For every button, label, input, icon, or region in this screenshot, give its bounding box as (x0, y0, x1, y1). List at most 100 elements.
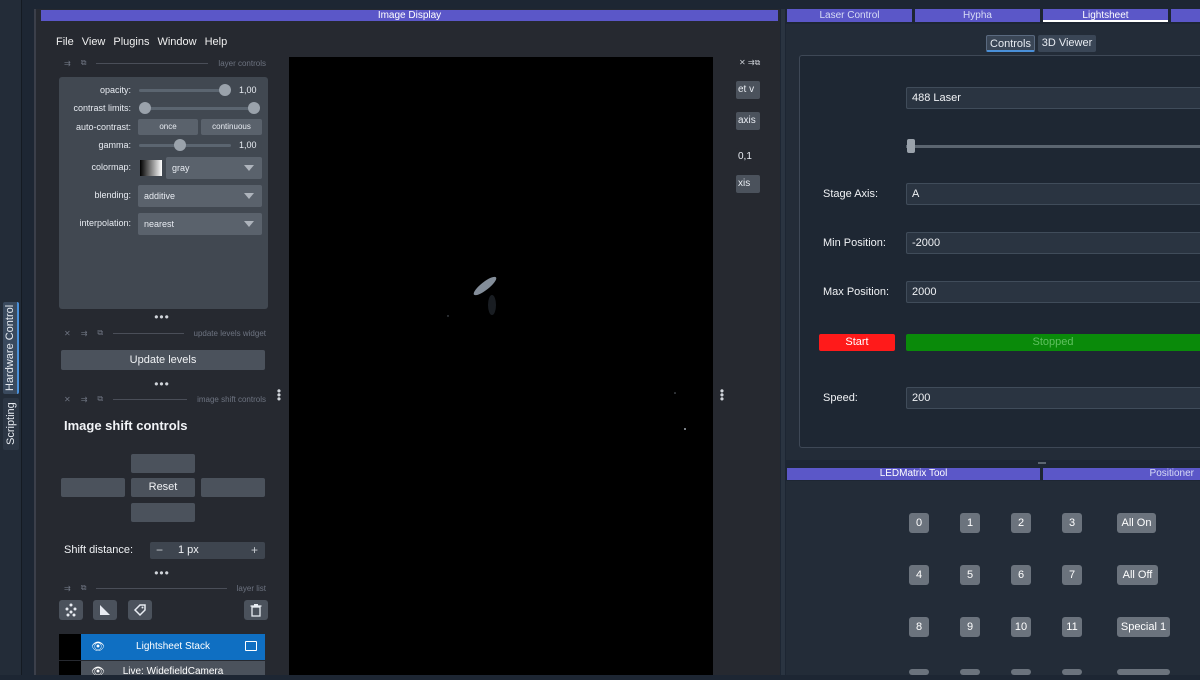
float-icon[interactable]: ⇉ (64, 59, 71, 68)
dock-resize-handle[interactable]: ••• (150, 378, 174, 390)
subtab-3d-viewer[interactable]: 3D Viewer (1038, 35, 1096, 52)
image-canvas[interactable] (289, 57, 713, 675)
tab-laser-control[interactable]: Laser Control (787, 9, 912, 22)
stage-axis-input[interactable]: A (906, 183, 1200, 205)
update-levels-button[interactable]: Update levels (61, 350, 265, 370)
shift-left-button[interactable] (61, 478, 125, 497)
opacity-slider[interactable] (139, 89, 231, 92)
new-points-layer-icon[interactable] (59, 600, 83, 620)
menu-help[interactable]: Help (205, 36, 228, 48)
all-on-button[interactable]: All On (1117, 513, 1156, 533)
splitter-handle[interactable] (781, 9, 785, 675)
auto-contrast-once-button[interactable]: once (138, 119, 198, 135)
led-button-5[interactable]: 5 (960, 565, 980, 585)
copy-icon[interactable]: ⧉ (97, 394, 103, 404)
led-button-11[interactable]: 11 (1062, 617, 1082, 637)
interpolation-select[interactable]: nearest (138, 213, 262, 235)
copy-icon[interactable]: ⧉ (81, 58, 87, 68)
contrast-limits-label: contrast limits: (73, 103, 131, 113)
dock-resize-handle[interactable]: ••• (150, 567, 174, 579)
copy-icon[interactable]: ⧉ (81, 583, 87, 593)
chevron-down-icon (244, 221, 254, 227)
strip-widget-2[interactable]: axis (736, 112, 760, 130)
led-button-15[interactable] (1062, 669, 1082, 675)
shift-distance-spinbox[interactable]: − 1 px + (150, 542, 265, 559)
eye-icon[interactable]: 👁 (91, 661, 105, 675)
gamma-slider-handle[interactable] (174, 139, 186, 151)
tab-lightsheet[interactable]: Lightsheet (1043, 9, 1168, 22)
tab-hardware-control-label: Hardware Control (4, 304, 16, 392)
max-position-input[interactable]: 2000 (906, 281, 1200, 303)
dock-close-float-icons[interactable]: ✕ ⇉⧉ (739, 58, 760, 68)
auto-contrast-continuous-button[interactable]: continuous (201, 119, 262, 135)
led-button-14[interactable] (1011, 669, 1031, 675)
image-display-title[interactable]: Image Display (41, 10, 778, 21)
tab-hardware-control[interactable]: Hardware Control (3, 302, 19, 394)
shift-reset-button[interactable]: Reset (131, 478, 195, 497)
all-off-button[interactable]: All Off (1117, 565, 1158, 585)
subtab-controls[interactable]: Controls (986, 35, 1035, 52)
more-vertical-icon[interactable]: • • • (717, 385, 727, 405)
start-button[interactable]: Start (819, 334, 895, 351)
led-button-9[interactable]: 9 (960, 617, 980, 637)
tab-overflow[interactable] (1171, 9, 1200, 22)
float-icon[interactable]: ⇉ (64, 584, 71, 593)
tab-positioner[interactable]: Positioner (1043, 468, 1200, 480)
led-button-12[interactable] (909, 669, 929, 675)
menu-view[interactable]: View (82, 36, 106, 48)
opacity-slider-handle[interactable] (219, 84, 231, 96)
plus-icon[interactable]: + (251, 542, 258, 559)
laser-power-slider-handle[interactable] (907, 139, 915, 153)
shift-down-button[interactable] (131, 503, 195, 522)
special-1-button[interactable]: Special 1 (1117, 617, 1170, 637)
led-button-0[interactable]: 0 (909, 513, 929, 533)
menu-window[interactable]: Window (157, 36, 196, 48)
led-button-10[interactable]: 10 (1011, 617, 1031, 637)
splitter-handle[interactable] (1038, 462, 1046, 464)
close-icon[interactable]: ✕ (64, 395, 71, 404)
eye-icon[interactable]: 👁 (91, 634, 105, 660)
menu-plugins[interactable]: Plugins (113, 36, 149, 48)
contrast-max-handle[interactable] (248, 102, 260, 114)
colormap-select[interactable]: gray (166, 157, 262, 179)
close-icon[interactable]: ✕ (64, 329, 71, 338)
led-button-1[interactable]: 1 (960, 513, 980, 533)
dock-resize-handle[interactable]: ••• (150, 311, 174, 323)
tab-scripting[interactable]: Scripting (3, 398, 19, 450)
led-button-2[interactable]: 2 (1011, 513, 1031, 533)
tab-hypha[interactable]: Hypha (915, 9, 1040, 22)
shift-up-button[interactable] (131, 454, 195, 473)
led-button-3[interactable]: 3 (1062, 513, 1082, 533)
contrast-min-handle[interactable] (139, 102, 151, 114)
special-2-button[interactable] (1117, 669, 1170, 675)
new-labels-layer-icon[interactable] (128, 600, 152, 620)
float-icon[interactable]: ⇉ (81, 395, 88, 404)
contrast-limits-slider[interactable] (142, 107, 256, 110)
delete-layer-icon[interactable] (244, 600, 268, 620)
speed-input[interactable]: 200 (906, 387, 1200, 409)
menu-file[interactable]: File (56, 36, 74, 48)
minus-icon[interactable]: − (156, 542, 163, 559)
new-shapes-layer-icon[interactable] (93, 600, 117, 620)
copy-icon[interactable]: ⧉ (97, 328, 103, 338)
led-button-7[interactable]: 7 (1062, 565, 1082, 585)
min-position-input[interactable]: -2000 (906, 232, 1200, 254)
laser-select[interactable]: 488 Laser (906, 87, 1200, 109)
more-vertical-icon[interactable]: • • • (274, 385, 284, 405)
shift-right-button[interactable] (201, 478, 265, 497)
led-button-13[interactable] (960, 669, 980, 675)
strip-widget-1[interactable]: et v (736, 81, 760, 99)
shift-distance-label: Shift distance: (64, 544, 134, 556)
led-button-4[interactable]: 4 (909, 565, 929, 585)
blending-select[interactable]: additive (138, 185, 262, 207)
max-position-label: Max Position: (823, 286, 890, 298)
laser-power-slider[interactable] (906, 145, 1200, 148)
led-button-6[interactable]: 6 (1011, 565, 1031, 585)
strip-widget-4[interactable]: xis (736, 175, 760, 193)
float-icon[interactable]: ⇉ (81, 329, 88, 338)
led-button-8[interactable]: 8 (909, 617, 929, 637)
layer-row-selected[interactable]: 👁 Lightsheet Stack (81, 634, 265, 660)
tab-ledmatrix-tool[interactable]: LEDMatrix Tool (787, 468, 1040, 480)
opacity-label: opacity: (99, 85, 131, 95)
layer-row[interactable]: 👁 Live: WidefieldCamera (81, 661, 265, 675)
